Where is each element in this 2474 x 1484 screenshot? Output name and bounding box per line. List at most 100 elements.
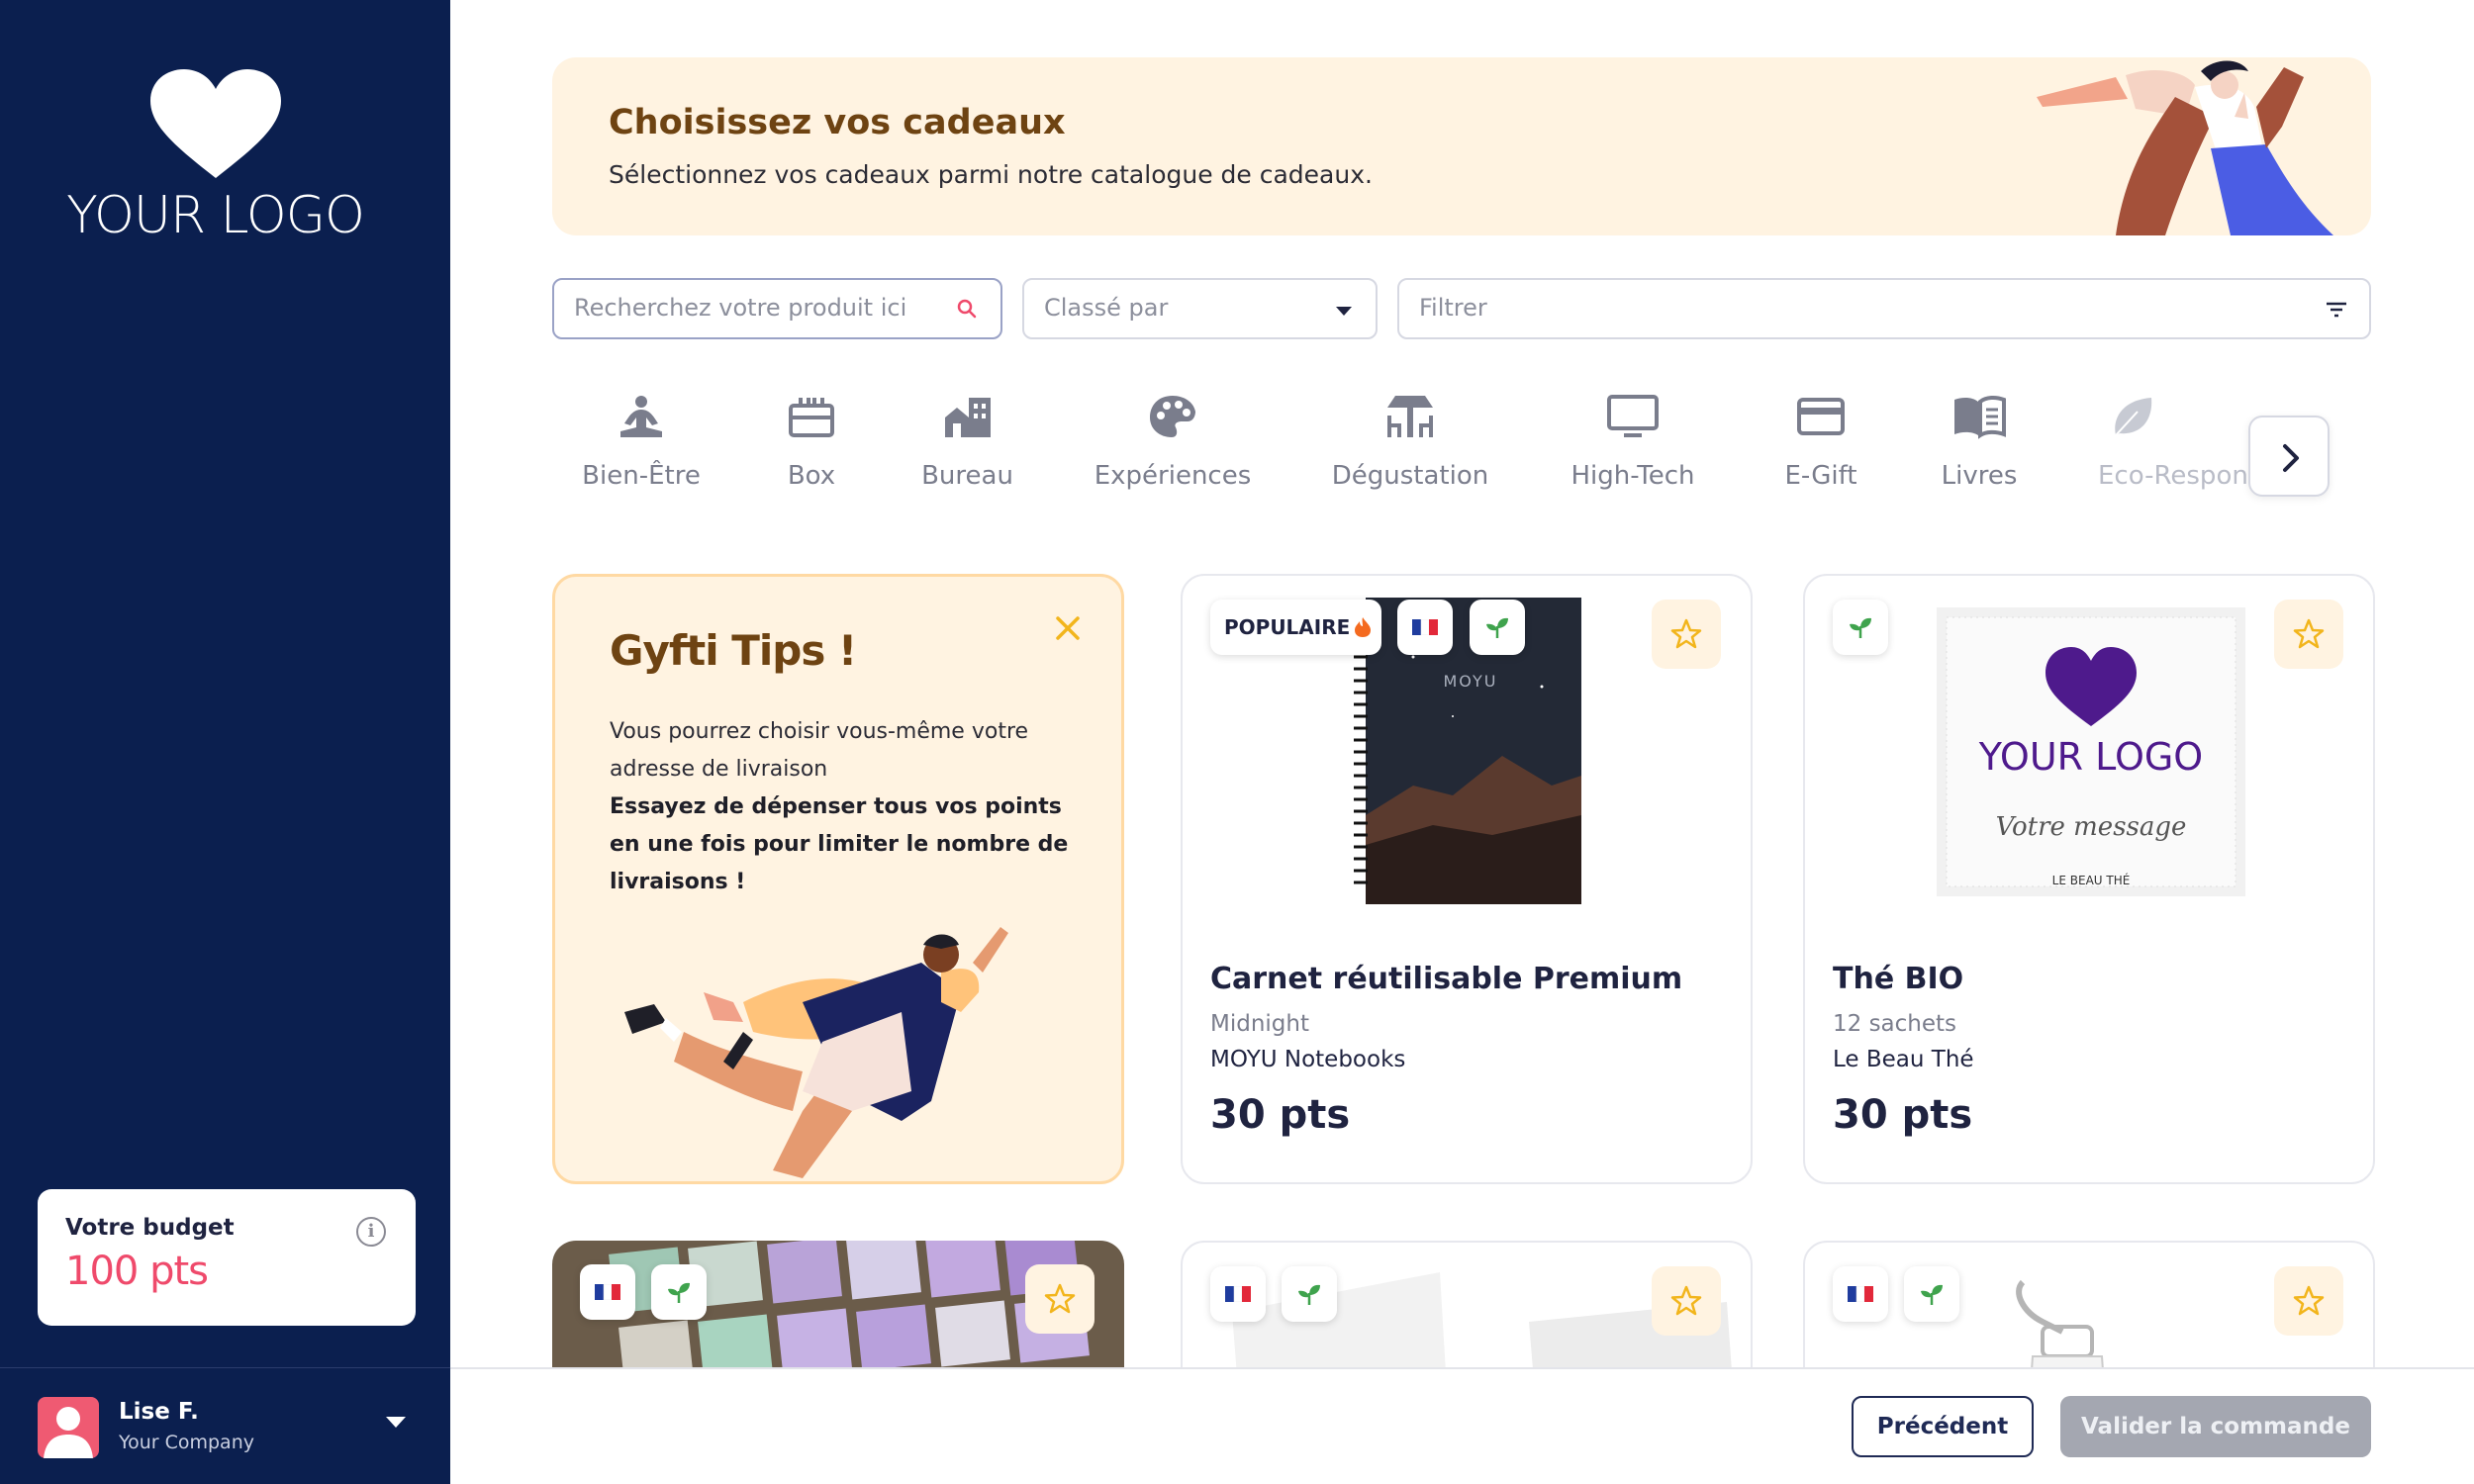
page-subtitle: Sélectionnez vos cadeaux parmi notre cat…: [609, 160, 1373, 189]
sidebar: YOUR LOGO Votre budget 100 pts i Lise F.…: [0, 0, 450, 1484]
category-label: Box: [787, 461, 836, 491]
category-bien-etre[interactable]: Bien-Être: [572, 394, 711, 517]
sprout-icon: [668, 1282, 690, 1303]
meditation-icon: [620, 396, 662, 437]
product-name[interactable]: Thé BIO: [1833, 962, 1963, 996]
star-icon: [1044, 1283, 1076, 1314]
heart-icon: [149, 69, 281, 178]
sprout-icon: [1921, 1284, 1943, 1305]
product-card[interactable]: YOUR LOGO Votre message LE BEAU THÉ Thé …: [1803, 574, 2375, 1184]
product-price: 30 pts: [1833, 1092, 1973, 1138]
eco-sprout-icon: [651, 1264, 707, 1320]
french-flag-icon-graphic: [595, 1284, 620, 1300]
validate-order-button[interactable]: Valider la commande: [2060, 1396, 2371, 1457]
category-box[interactable]: Box: [762, 394, 861, 517]
popular-badge: POPULAIRE: [1210, 600, 1382, 655]
search-icon[interactable]: [955, 297, 979, 321]
category-high-tech[interactable]: High-Tech: [1564, 394, 1702, 517]
brand-logo[interactable]: YOUR LOGO: [0, 69, 430, 245]
french-flag-icon: [1210, 1266, 1266, 1322]
search-input[interactable]: [574, 294, 950, 322]
info-icon[interactable]: i: [356, 1217, 386, 1247]
tips-line-1: Vous pourrez choisir vous-même votre adr…: [610, 719, 1029, 782]
category-label: Bien-Être: [582, 461, 701, 491]
favorite-star-button[interactable]: [2274, 1266, 2343, 1336]
tea-pack-image: YOUR LOGO Votre message LE BEAU THÉ: [1937, 607, 2245, 896]
category-bureau[interactable]: Bureau: [910, 394, 1024, 517]
star-icon: [1670, 618, 1702, 649]
popular-badge-label: POPULAIRE: [1224, 615, 1351, 639]
tips-title: Gyfti Tips !: [610, 626, 857, 675]
tea-pack-brand: LE BEAU THÉ: [2052, 873, 2131, 887]
sort-dropdown[interactable]: Classé par: [1022, 278, 1378, 339]
monitor-icon: [1607, 395, 1659, 437]
office-building-icon: [944, 398, 991, 437]
chevron-down-icon: [1336, 307, 1352, 316]
fire-icon: [1355, 617, 1372, 637]
sprout-icon: [1298, 1284, 1320, 1305]
dining-table-icon: [1387, 396, 1433, 437]
product-name[interactable]: Carnet réutilisable Premium: [1210, 962, 1682, 996]
category-livres[interactable]: Livres: [1930, 394, 2029, 517]
leaf-icon: [2115, 398, 2152, 436]
star-icon: [1670, 1285, 1702, 1316]
tips-text: Vous pourrez choisir vous-même votre adr…: [610, 713, 1075, 901]
product-brand: Le Beau Thé: [1833, 1047, 1974, 1072]
user-name: Lise F.: [119, 1399, 199, 1425]
budget-card: Votre budget 100 pts i: [38, 1189, 416, 1326]
filter-icon: [2327, 302, 2346, 318]
category-label: Livres: [1941, 461, 2018, 491]
category-label: Bureau: [921, 461, 1013, 491]
favorite-star-button[interactable]: [1025, 1264, 1094, 1334]
user-menu-caret-icon[interactable]: [386, 1417, 406, 1428]
palette-icon: [1150, 396, 1195, 437]
tea-pack-logo-text: YOUR LOGO: [1978, 735, 2203, 779]
eco-sprout-icon: [1282, 1266, 1337, 1322]
chevron-right-icon: [2283, 444, 2299, 472]
sort-label: Classé par: [1044, 294, 1169, 322]
user-icon: [44, 1407, 93, 1458]
categories-next-button[interactable]: [2248, 416, 2330, 497]
search-box[interactable]: [552, 278, 1002, 339]
star-icon: [2293, 618, 2325, 649]
category-degustation[interactable]: Dégustation: [1331, 394, 1489, 517]
close-icon[interactable]: [1053, 613, 1083, 643]
french-flag-icon-graphic: [1412, 619, 1438, 635]
category-label: Expériences: [1094, 461, 1252, 491]
filter-label: Filtrer: [1419, 294, 1487, 322]
eco-sprout-icon: [1470, 600, 1525, 655]
favorite-star-button[interactable]: [1652, 600, 1721, 669]
product-variant: Midnight: [1210, 1011, 1309, 1037]
tips-card: Gyfti Tips ! Vous pourrez choisir vous-m…: [552, 574, 1124, 1184]
favorite-star-button[interactable]: [2274, 600, 2343, 669]
product-price: 30 pts: [1210, 1092, 1351, 1138]
french-flag-icon-graphic: [1225, 1286, 1251, 1302]
sprout-icon: [1850, 617, 1871, 638]
notebook-image: MOYU: [1354, 598, 1581, 904]
jumping-man-illustration: [624, 927, 1008, 1178]
favorite-star-button[interactable]: [1652, 1266, 1721, 1336]
budget-title: Votre budget: [65, 1215, 235, 1241]
budget-value: 100 pts: [65, 1249, 209, 1294]
notebook-brand: MOYU: [1443, 672, 1497, 691]
french-flag-icon-graphic: [1848, 1286, 1873, 1302]
french-flag-icon: [1833, 1266, 1888, 1322]
category-label: Dégustation: [1331, 461, 1489, 491]
logo-text: YOUR LOGO: [66, 186, 365, 245]
category-e-gift[interactable]: E-Gift: [1771, 394, 1870, 517]
previous-button[interactable]: Précédent: [1852, 1396, 2034, 1457]
product-brand: MOYU Notebooks: [1210, 1047, 1406, 1072]
avatar[interactable]: [38, 1397, 99, 1458]
category-experiences[interactable]: Expériences: [1094, 394, 1252, 517]
filter-dropdown[interactable]: Filtrer: [1397, 278, 2371, 339]
category-label: E-Gift: [1784, 461, 1857, 491]
product-variant: 12 sachets: [1833, 1011, 1957, 1037]
star-icon: [2293, 1285, 2325, 1316]
tea-pack-message: Votre message: [1996, 812, 2187, 842]
french-flag-icon: [1397, 600, 1453, 655]
product-card[interactable]: MOYU POPULAIRE Carnet réutilisable Premi…: [1181, 574, 1753, 1184]
eco-sprout-icon: [1904, 1266, 1959, 1322]
credit-card-icon: [1797, 398, 1845, 435]
user-company: Your Company: [119, 1432, 254, 1453]
tips-line-2: Essayez de dépenser tous vos points en u…: [610, 794, 1069, 894]
